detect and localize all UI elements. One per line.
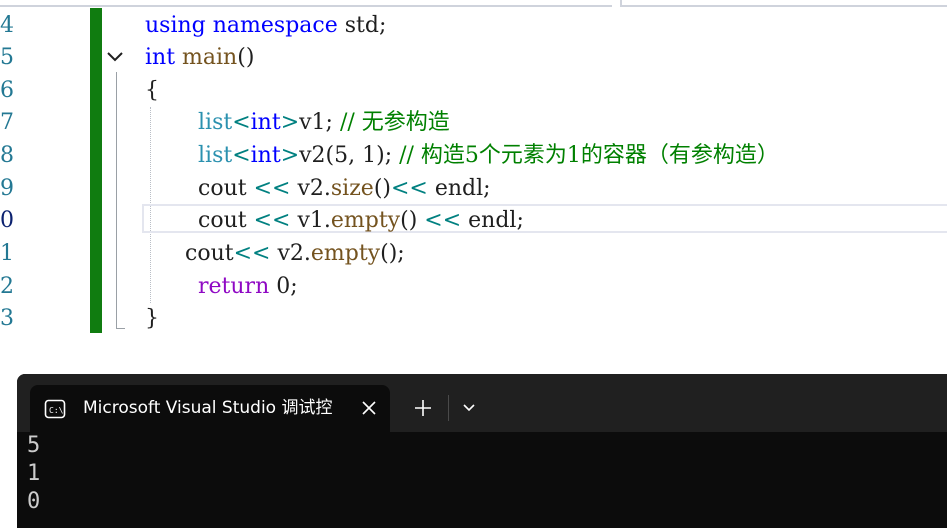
chevron-down-icon[interactable]	[461, 400, 477, 416]
line-number: 9	[0, 176, 14, 201]
code-token: int	[250, 143, 281, 168]
code-token: 0;	[269, 274, 298, 299]
code-text: int main()	[145, 41, 254, 74]
code-token: }	[145, 306, 159, 331]
editor-top-border-right	[620, 0, 947, 7]
code-token: <	[232, 143, 251, 168]
line-number: 3	[0, 306, 14, 331]
line-number: 7	[0, 110, 14, 135]
code-text: return 0;	[198, 270, 298, 303]
code-token: using	[145, 13, 206, 38]
editor-top-border	[0, 0, 612, 7]
code-token: cout	[198, 208, 254, 233]
code-token: v2.	[270, 241, 311, 266]
console-icon: C:\	[44, 398, 66, 420]
code-text: list<int>v1; // 无参构造	[198, 106, 450, 139]
code-token: std;	[337, 13, 387, 38]
output-line: 5	[27, 433, 41, 458]
code-text: using namespace std;	[145, 9, 386, 42]
terminal-window: C:\ Microsoft Visual Studio 调试控 5 1 0	[17, 374, 947, 528]
code-token: cout	[198, 176, 254, 201]
code-token: {	[145, 78, 159, 103]
code-token: namespace	[212, 13, 338, 38]
code-line[interactable]: 1 cout<< v2.empty();	[0, 237, 947, 270]
code-text: cout << v1.empty() << endl;	[198, 204, 524, 237]
code-token: // 无参构造	[339, 110, 450, 135]
code-token: cout	[185, 241, 234, 266]
line-number: 5	[0, 45, 14, 70]
line-number: 4	[0, 13, 14, 38]
code-token: ()	[237, 45, 255, 70]
code-token: endl;	[427, 176, 491, 201]
code-token: empty	[330, 208, 401, 233]
code-token: empty	[310, 241, 381, 266]
line-number: 6	[0, 78, 14, 103]
code-token: list	[198, 110, 233, 135]
code-token: // 构造5个元素为1的容器（有参构造）	[399, 143, 779, 168]
output-line: 1	[27, 461, 41, 486]
code-line[interactable]: 5 int main()	[0, 41, 947, 74]
terminal-tab[interactable]: C:\ Microsoft Visual Studio 调试控	[30, 385, 390, 432]
code-token: <	[232, 110, 251, 135]
output-line: 0	[27, 489, 41, 514]
close-icon[interactable]	[360, 399, 378, 417]
tabstrip-divider	[448, 395, 449, 421]
code-text: {	[145, 74, 159, 107]
code-token: size	[330, 176, 374, 201]
new-tab-plus-icon[interactable]	[412, 397, 434, 419]
code-token: int	[250, 110, 281, 135]
code-token: v1.	[290, 208, 331, 233]
code-line[interactable]: 0 cout << v1.empty() << endl;	[0, 204, 947, 237]
code-token: v2.	[290, 176, 331, 201]
code-token: <<	[253, 208, 291, 233]
code-text: cout<< v2.empty();	[185, 237, 405, 270]
code-line[interactable]: 4 using namespace std;	[0, 9, 947, 42]
code-token: ()	[400, 208, 425, 233]
code-token: <<	[424, 208, 462, 233]
line-number: 2	[0, 274, 14, 299]
code-token: >	[280, 143, 300, 168]
code-token: return	[198, 274, 270, 299]
code-token: >	[280, 110, 300, 135]
svg-text:C:\: C:\	[49, 406, 64, 415]
code-token: v2(5, 1);	[299, 143, 400, 168]
code-line[interactable]: 9 cout << v2.size()<< endl;	[0, 172, 947, 205]
code-token: <<	[253, 176, 291, 201]
code-line[interactable]: 3}	[0, 302, 947, 335]
code-editor[interactable]: 4 using namespace std; 5 int main() 6{7 list<…	[0, 0, 947, 345]
line-number: 1	[0, 241, 14, 266]
terminal-tabstrip: C:\ Microsoft Visual Studio 调试控	[17, 374, 947, 432]
code-line[interactable]: 6{	[0, 74, 947, 107]
code-token: v1;	[299, 110, 340, 135]
code-token: main	[182, 45, 238, 70]
code-token: endl;	[461, 208, 524, 233]
line-number: 8	[0, 143, 14, 168]
code-token: int	[145, 45, 176, 70]
terminal-tab-title: Microsoft Visual Studio 调试控	[83, 398, 333, 418]
code-token: ()	[373, 176, 391, 201]
code-line[interactable]: 8 list<int>v2(5, 1); // 构造5个元素为1的容器（有参构造）	[0, 139, 947, 172]
code-text: }	[145, 302, 159, 335]
code-text: list<int>v2(5, 1); // 构造5个元素为1的容器（有参构造）	[198, 139, 779, 172]
code-line[interactable]: 7 list<int>v1; // 无参构造	[0, 106, 947, 139]
console-output[interactable]: 5 1 0	[17, 432, 947, 528]
code-token: <<	[390, 176, 428, 201]
code-token: <<	[233, 241, 271, 266]
code-text: cout << v2.size()<< endl;	[198, 172, 491, 205]
line-number: 0	[0, 208, 14, 233]
code-line[interactable]: 2 return 0;	[0, 270, 947, 303]
code-token: list	[198, 143, 233, 168]
code-token: ();	[380, 241, 405, 266]
